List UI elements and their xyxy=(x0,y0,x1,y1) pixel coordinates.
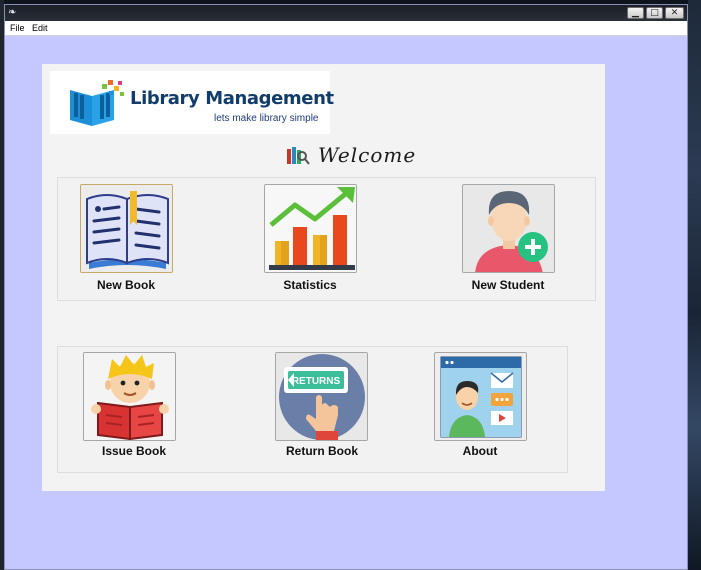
svg-text:RETURNS: RETURNS xyxy=(292,376,341,387)
maximize-button[interactable]: □ xyxy=(646,7,663,19)
profile-card-icon xyxy=(435,353,526,440)
new-student-label: New Student xyxy=(471,278,545,292)
library-logo-icon xyxy=(70,80,124,126)
returns-hand-icon: RETURNS xyxy=(276,353,367,440)
new-book-label: New Book xyxy=(96,278,155,292)
new-student-button[interactable] xyxy=(462,184,555,273)
issue-book-button[interactable] xyxy=(83,352,176,441)
title-bar[interactable]: ❧ ▁ □ ✕ xyxy=(5,5,687,21)
statistics-label: Statistics xyxy=(283,278,337,292)
desktop-wallpaper xyxy=(688,0,701,570)
welcome-text: Welcome xyxy=(318,143,417,167)
minimize-button[interactable]: ▁ xyxy=(627,7,644,19)
new-book-button[interactable] xyxy=(80,184,173,273)
logo-tagline: lets make library simple xyxy=(214,113,319,124)
top-tile-group: New Book Statistics New Student xyxy=(57,177,596,301)
about-label: About xyxy=(462,444,498,458)
return-book-button[interactable]: RETURNS xyxy=(275,352,368,441)
bar-chart-icon xyxy=(265,185,356,272)
statistics-button[interactable] xyxy=(264,184,357,273)
logo-banner: Library Management lets make library sim… xyxy=(50,71,334,134)
app-icon: ❧ xyxy=(8,7,17,18)
return-book-label: Return Book xyxy=(286,444,358,458)
about-button[interactable] xyxy=(434,352,527,441)
books-magnifier-icon xyxy=(287,147,310,165)
issue-book-label: Issue Book xyxy=(101,444,167,458)
close-button[interactable]: ✕ xyxy=(665,7,684,19)
open-book-icon xyxy=(81,185,172,272)
menu-edit[interactable]: Edit xyxy=(30,21,50,35)
main-panel: Library Management lets make library sim… xyxy=(42,64,605,491)
reading-boy-icon xyxy=(84,353,175,440)
menu-file[interactable]: File xyxy=(8,21,27,35)
app-window: ❧ ▁ □ ✕ File Edit Library Management let… xyxy=(4,4,688,570)
logo-title: Library Management xyxy=(130,88,334,109)
bottom-tile-group: Issue Book RETURNS Return Book About xyxy=(57,346,568,473)
add-user-icon xyxy=(463,185,554,272)
menu-bar: File Edit xyxy=(5,21,687,36)
